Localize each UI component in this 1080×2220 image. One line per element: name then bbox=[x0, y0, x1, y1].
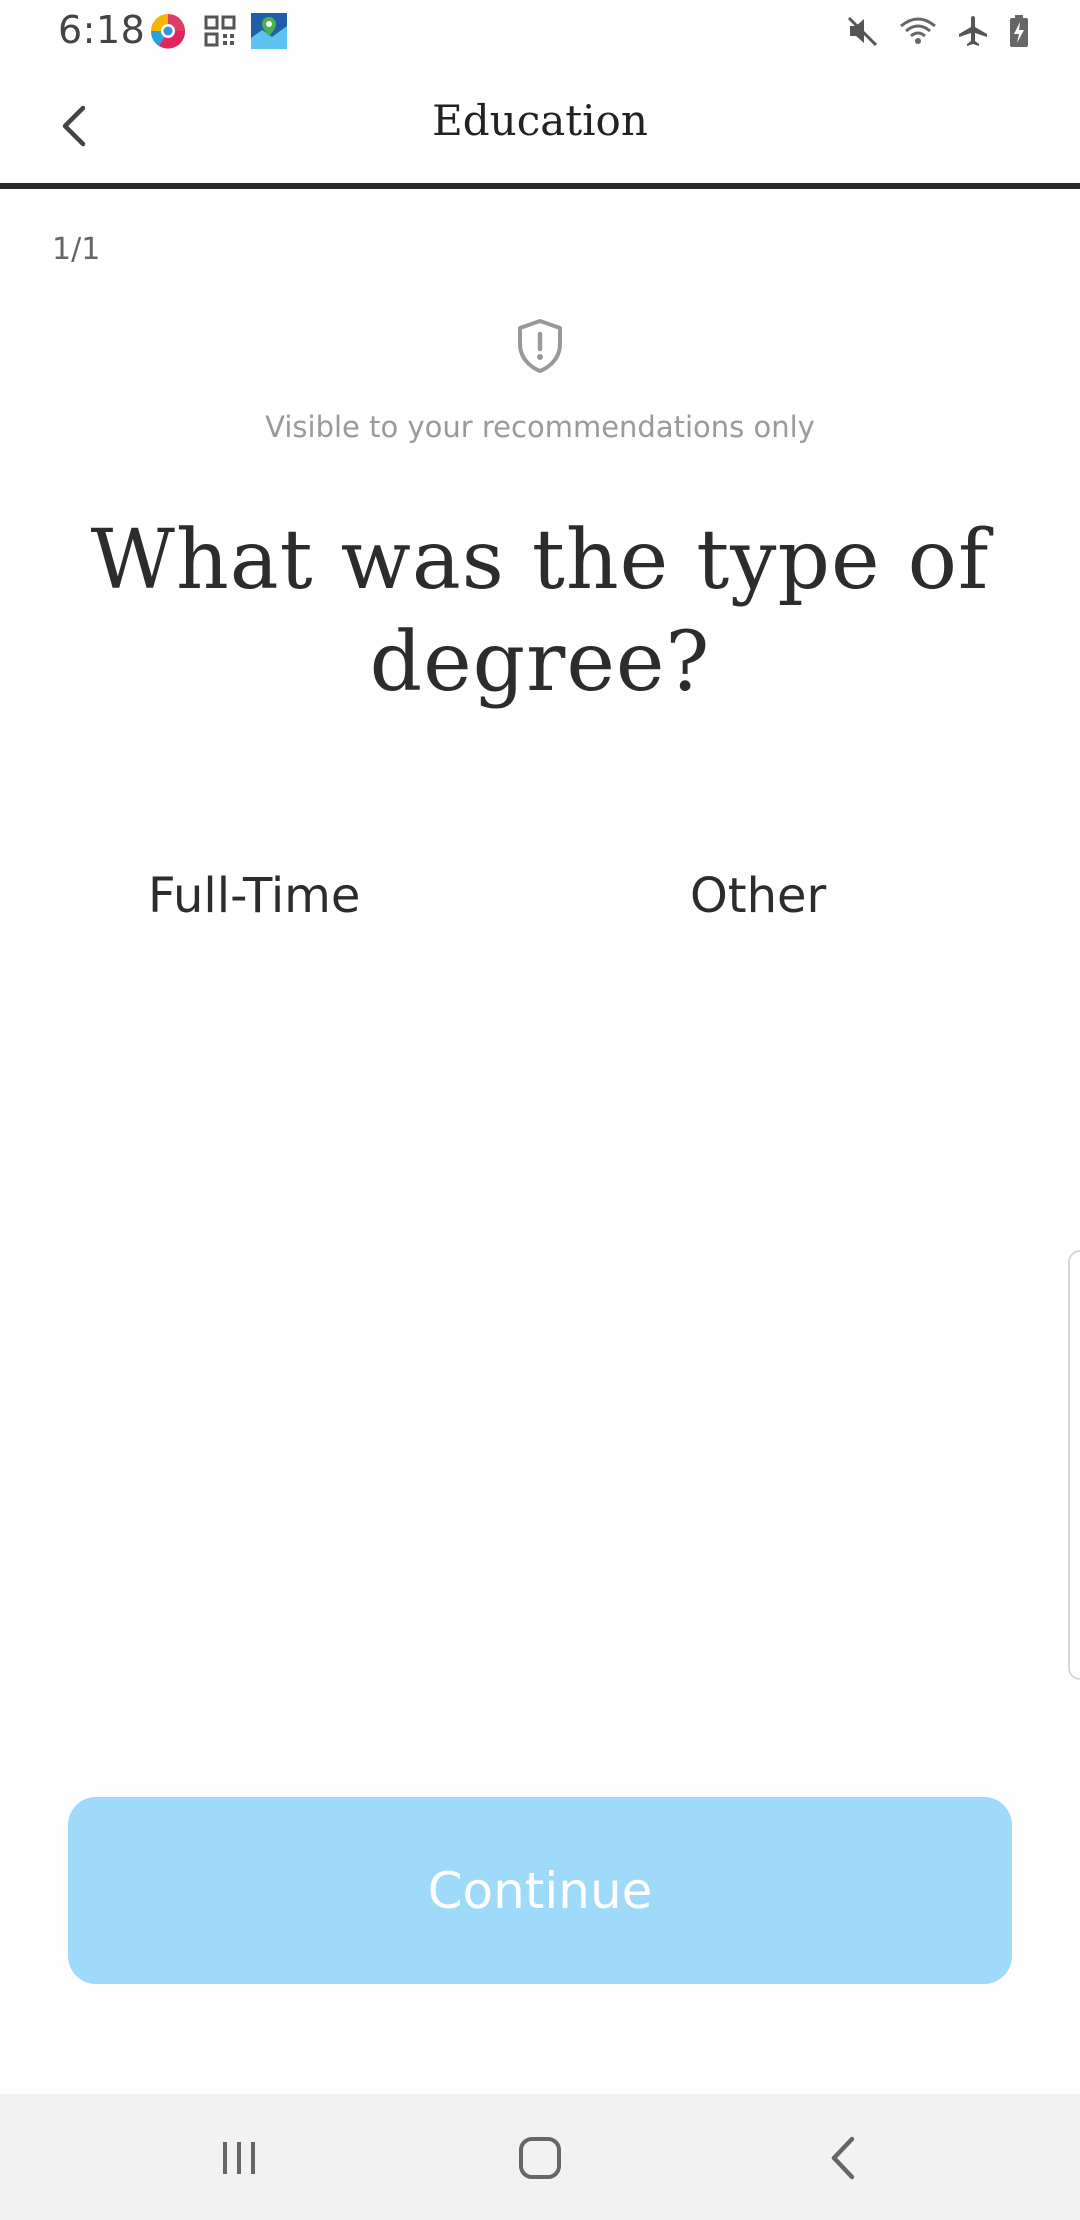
page-title: Education bbox=[432, 96, 648, 145]
top-app-bar: Education bbox=[0, 62, 1080, 186]
battery-charging-icon bbox=[1010, 15, 1028, 47]
maps-app-icon bbox=[251, 13, 287, 49]
system-back-button[interactable] bbox=[814, 2130, 874, 2186]
continue-button[interactable]: Continue bbox=[68, 1797, 1012, 1984]
system-nav-bar bbox=[0, 2094, 1080, 2220]
recents-button[interactable] bbox=[209, 2130, 269, 2186]
wifi-icon bbox=[900, 17, 936, 44]
step-counter: 1/1 bbox=[52, 232, 101, 267]
home-icon bbox=[519, 2137, 561, 2179]
status-bar: 6:18 bbox=[0, 0, 1080, 62]
home-button[interactable] bbox=[510, 2130, 570, 2186]
question-heading: What was the type of degree? bbox=[90, 513, 990, 710]
mute-icon bbox=[847, 16, 878, 47]
airplane-mode-icon bbox=[959, 16, 987, 46]
back-icon bbox=[831, 2136, 855, 2180]
header-divider bbox=[0, 183, 1080, 189]
option-full-time[interactable]: Full-Time bbox=[148, 868, 360, 924]
status-icons bbox=[846, 14, 1030, 48]
option-other[interactable]: Other bbox=[690, 868, 826, 924]
privacy-note: Visible to your recommendations only bbox=[265, 410, 815, 444]
recents-icon bbox=[223, 2142, 255, 2174]
chrome-like-app-icon bbox=[150, 14, 186, 49]
status-time: 6:18 bbox=[58, 8, 146, 52]
edge-panel-handle[interactable] bbox=[1068, 1250, 1080, 1680]
qr-code-icon bbox=[204, 15, 236, 47]
shield-alert-icon bbox=[518, 319, 562, 373]
